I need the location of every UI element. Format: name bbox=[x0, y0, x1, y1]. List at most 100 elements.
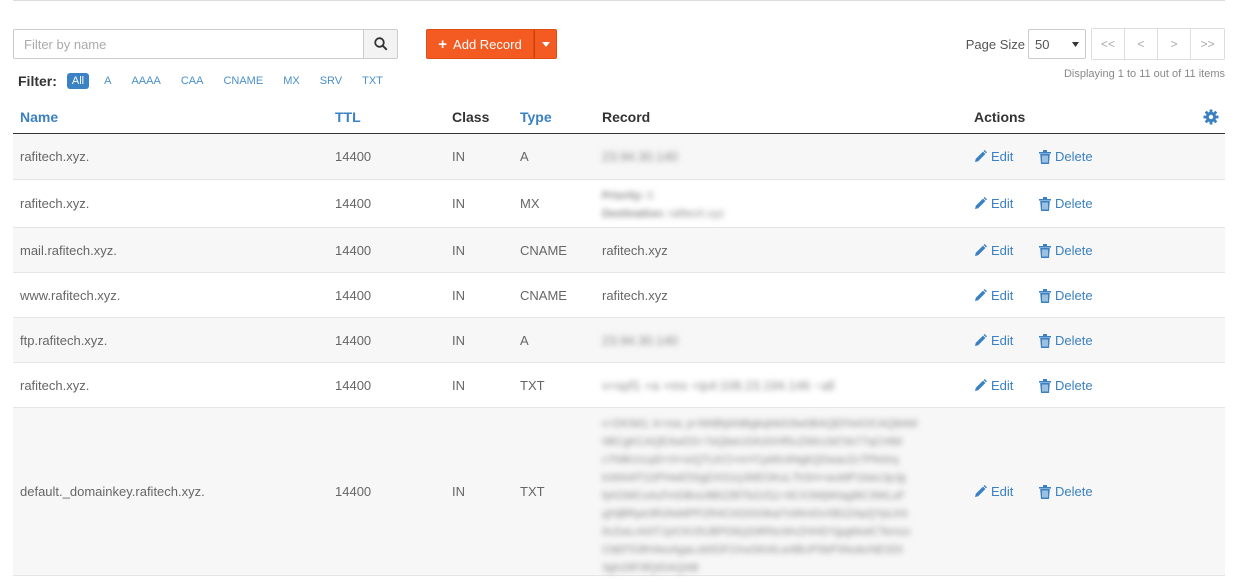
delete-label: Delete bbox=[1055, 243, 1093, 258]
header-ttl[interactable]: TTL bbox=[335, 109, 361, 125]
dns-records-table: Name TTL Class Type Record Actions rafit… bbox=[13, 103, 1225, 576]
edit-button[interactable]: Edit bbox=[974, 484, 1013, 499]
add-record-group: + Add Record bbox=[426, 29, 557, 59]
cell-ttl: 14400 bbox=[335, 196, 372, 211]
gear-icon[interactable] bbox=[1203, 109, 1219, 125]
cell-name: default._domainkey.rafitech.xyz. bbox=[20, 484, 205, 499]
cell-record: 23.94.30.140 bbox=[602, 333, 678, 348]
edit-button[interactable]: Edit bbox=[974, 243, 1013, 258]
header-record: Record bbox=[602, 109, 651, 125]
add-record-button[interactable]: + Add Record bbox=[426, 29, 534, 59]
trash-icon bbox=[1039, 484, 1051, 499]
pager-buttons: << < > >> bbox=[1091, 28, 1225, 60]
cell-ttl: 14400 bbox=[335, 149, 372, 164]
delete-button[interactable]: Delete bbox=[1039, 196, 1093, 211]
cell-record: Priority: 0 Destination: rafitech.xyz bbox=[602, 187, 724, 223]
edit-button[interactable]: Edit bbox=[974, 149, 1013, 164]
record-priority: Priority: 0 bbox=[602, 190, 654, 202]
cell-ttl: 14400 bbox=[335, 243, 372, 258]
next-page-button[interactable]: > bbox=[1158, 29, 1191, 59]
page-size-select[interactable]: 50 bbox=[1028, 29, 1086, 59]
record-line: 3gh29F3fQIDAQAB bbox=[602, 562, 699, 574]
edit-label: Edit bbox=[991, 288, 1014, 303]
filter-chip-aaaa[interactable]: AAAA bbox=[126, 73, 165, 89]
cell-ttl: 14400 bbox=[335, 288, 372, 303]
filter-chip-all[interactable]: All bbox=[66, 73, 90, 89]
record-line: fyKDMCxAcFmDBuU8B2ZBTbZcf11+9CX3WjWIag8t… bbox=[602, 490, 905, 502]
record-line: 6vZwLrA0ITJyICKn5UBPD8zjS9RNcWvZHHDYjpgM… bbox=[602, 526, 911, 538]
record-destination: Destination: rafitech.xyz bbox=[602, 208, 725, 220]
cell-name: www.rafitech.xyz. bbox=[20, 288, 121, 303]
plus-icon: + bbox=[438, 35, 448, 53]
header-name[interactable]: Name bbox=[20, 109, 58, 125]
pencil-icon bbox=[975, 379, 987, 391]
cell-type: A bbox=[520, 333, 529, 348]
table-row: ftp.rafitech.xyz. 14400 IN A 23.94.30.14… bbox=[13, 318, 1225, 363]
cell-class: IN bbox=[452, 243, 465, 258]
header-actions: Actions bbox=[974, 109, 1026, 125]
record-line: yjHjBRpe3RzfwMPPZR4C0G0G0kai7oWmDvXB2ZAp… bbox=[602, 508, 908, 520]
top-divider bbox=[13, 0, 1225, 2]
cell-class: IN bbox=[452, 288, 465, 303]
header-type[interactable]: Type bbox=[520, 109, 552, 125]
table-header: Name TTL Class Type Record Actions bbox=[13, 103, 1225, 134]
delete-button[interactable]: Delete bbox=[1039, 333, 1093, 348]
cell-name: rafitech.xyz. bbox=[20, 378, 90, 393]
edit-label: Edit bbox=[991, 378, 1014, 393]
filter-chip-mx[interactable]: MX bbox=[278, 73, 305, 89]
trash-icon bbox=[1039, 243, 1051, 258]
cell-type: MX bbox=[520, 196, 540, 211]
last-page-button[interactable]: >> bbox=[1191, 29, 1224, 59]
delete-button[interactable]: Delete bbox=[1039, 484, 1093, 499]
filter-chip-srv[interactable]: SRV bbox=[315, 73, 347, 89]
delete-button[interactable]: Delete bbox=[1039, 149, 1093, 164]
cell-record: rafitech.xyz bbox=[602, 288, 668, 303]
delete-button[interactable]: Delete bbox=[1039, 288, 1093, 303]
delete-button[interactable]: Delete bbox=[1039, 243, 1093, 258]
cell-class: IN bbox=[452, 484, 465, 499]
edit-label: Edit bbox=[991, 149, 1014, 164]
edit-button[interactable]: Edit bbox=[974, 196, 1013, 211]
delete-label: Delete bbox=[1055, 149, 1093, 164]
pencil-icon bbox=[975, 334, 987, 346]
filter-chip-cname[interactable]: CNAME bbox=[218, 73, 268, 89]
filter-label: Filter: bbox=[18, 73, 57, 89]
edit-button[interactable]: Edit bbox=[974, 378, 1013, 393]
cell-name: rafitech.xyz. bbox=[20, 196, 90, 211]
cell-class: IN bbox=[452, 333, 465, 348]
cell-name: mail.rafitech.xyz. bbox=[20, 243, 117, 258]
search-input[interactable] bbox=[13, 29, 363, 59]
trash-icon bbox=[1039, 149, 1051, 164]
pagination-bar: Page Size 50 << < > >> bbox=[966, 28, 1225, 60]
record-line: v=DKIM1; k=rsa; p=MIIBIjANBgkqhkiG9w0BAQ… bbox=[602, 418, 918, 430]
cell-record: v=spf1 +a +mx +ip4:108.23.194.146 ~all bbox=[602, 378, 835, 393]
filter-chip-caa[interactable]: CAA bbox=[176, 73, 209, 89]
table-row: rafitech.xyz. 14400 IN MX Priority: 0 Des… bbox=[13, 180, 1225, 228]
add-record-label: Add Record bbox=[453, 36, 522, 52]
display-info: Displaying 1 to 11 out of 11 items bbox=[1063, 68, 1225, 80]
caret-down-icon bbox=[541, 41, 550, 47]
cell-record: rafitech.xyz bbox=[602, 243, 668, 258]
edit-button[interactable]: Edit bbox=[974, 288, 1013, 303]
filter-chip-txt[interactable]: TXT bbox=[357, 73, 388, 89]
page-size-value: 50 bbox=[1035, 36, 1050, 52]
delete-label: Delete bbox=[1055, 196, 1093, 211]
edit-button[interactable]: Edit bbox=[974, 333, 1013, 348]
prev-page-button[interactable]: < bbox=[1125, 29, 1158, 59]
add-record-dropdown-button[interactable] bbox=[534, 29, 557, 59]
trash-icon bbox=[1039, 333, 1051, 348]
cell-type: TXT bbox=[520, 484, 545, 499]
pencil-icon bbox=[975, 244, 987, 256]
table-row: mail.rafitech.xyz. 14400 IN CNAME rafite… bbox=[13, 228, 1225, 273]
table-row: default._domainkey.rafitech.xyz. 14400 I… bbox=[13, 408, 1225, 576]
search-button[interactable] bbox=[363, 29, 398, 59]
caret-down-icon bbox=[1072, 41, 1079, 47]
trash-icon bbox=[1039, 288, 1051, 303]
delete-label: Delete bbox=[1055, 333, 1093, 348]
cell-type: A bbox=[520, 149, 529, 164]
cell-class: IN bbox=[452, 378, 465, 393]
filter-chip-a[interactable]: A bbox=[99, 73, 116, 89]
pencil-icon bbox=[975, 289, 987, 301]
delete-button[interactable]: Delete bbox=[1039, 378, 1093, 393]
first-page-button[interactable]: << bbox=[1092, 29, 1125, 59]
